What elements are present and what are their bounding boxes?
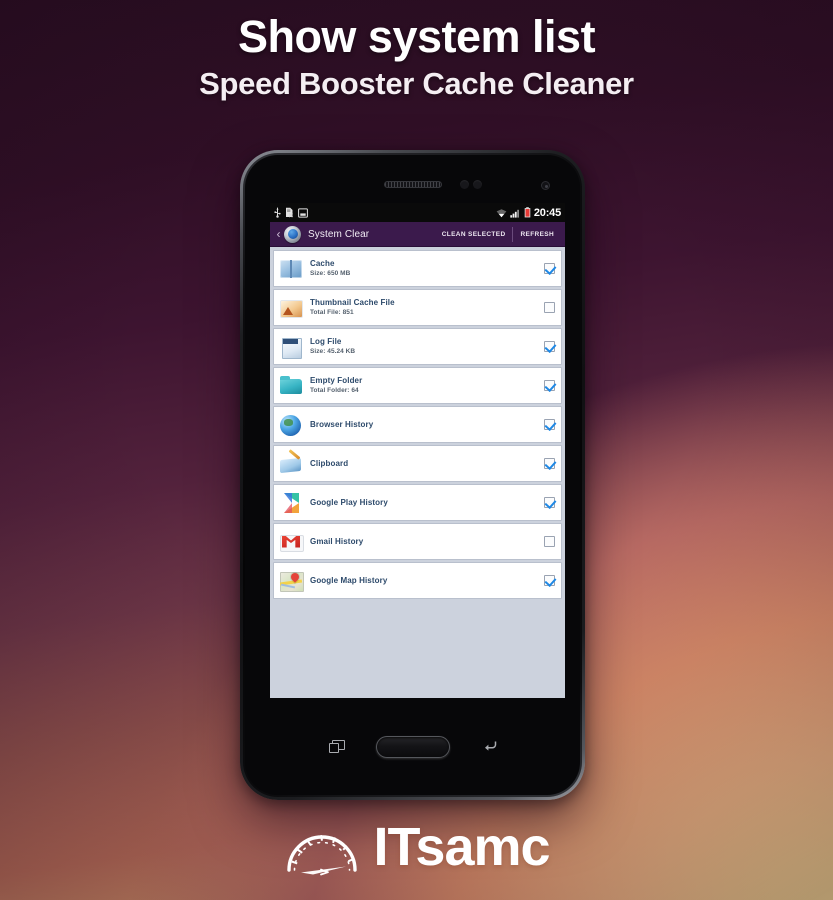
log-file-icon bbox=[279, 335, 303, 359]
list-item-text: Log File Size: 45.24 KB bbox=[310, 337, 539, 357]
system-clear-list[interactable]: Cache Size: 650 MB Thumbnail Cache File … bbox=[270, 247, 565, 698]
front-camera-icon bbox=[541, 181, 550, 190]
system-clear-app-icon bbox=[284, 225, 301, 243]
page-title: Show system list bbox=[237, 11, 596, 62]
list-item-title: Gmail History bbox=[310, 536, 364, 546]
list-item[interactable]: Cache Size: 650 MB bbox=[273, 250, 562, 287]
list-item-text: Browser History bbox=[310, 420, 539, 430]
list-item[interactable]: Gmail History bbox=[273, 523, 562, 560]
list-item[interactable]: Google Map History bbox=[273, 562, 562, 599]
wifi-icon bbox=[496, 208, 507, 217]
phone-frame: 20:45 ‹ System Clear CLEAN SELECTED REFR… bbox=[245, 155, 580, 795]
brand-name: ITsamc bbox=[373, 817, 550, 877]
list-item-text: Clipboard bbox=[310, 459, 539, 469]
phone-screen: 20:45 ‹ System Clear CLEAN SELECTED REFR… bbox=[270, 203, 565, 698]
google-maps-icon bbox=[279, 569, 304, 593]
phone-bezel: 20:45 ‹ System Clear CLEAN SELECTED REFR… bbox=[243, 153, 582, 797]
list-item[interactable]: Thumbnail Cache File Total File: 851 bbox=[273, 289, 562, 326]
clipboard-icon bbox=[279, 452, 303, 476]
list-item[interactable]: Log File Size: 45.24 KB bbox=[273, 328, 562, 365]
list-item[interactable]: Browser History bbox=[273, 406, 562, 443]
speedometer-gauge-icon bbox=[283, 816, 365, 878]
proximity-sensor-icon bbox=[460, 180, 469, 189]
list-item-checkbox[interactable] bbox=[544, 341, 555, 352]
list-item[interactable]: Empty Folder Total Folder: 64 bbox=[273, 367, 562, 404]
list-item-title: Thumbnail Cache File bbox=[310, 297, 395, 307]
list-item-text: Empty Folder Total Folder: 64 bbox=[310, 376, 539, 396]
screenshot-icon bbox=[298, 207, 308, 218]
list-item-title: Clipboard bbox=[310, 458, 349, 468]
list-item-title: Log File bbox=[310, 336, 342, 346]
status-bar: 20:45 bbox=[270, 203, 565, 222]
list-item-checkbox[interactable] bbox=[544, 380, 555, 391]
globe-icon bbox=[279, 413, 303, 437]
brand-logo: ITsamc bbox=[0, 816, 833, 878]
status-right-icons: 20:45 bbox=[496, 207, 561, 219]
usb-icon bbox=[274, 207, 281, 218]
up-navigation-icon[interactable]: ‹ bbox=[274, 228, 283, 240]
list-item-checkbox[interactable] bbox=[544, 419, 555, 430]
action-bar-buttons: CLEAN SELECTED REFRESH bbox=[435, 226, 561, 242]
list-item-title: Cache bbox=[310, 258, 335, 268]
recent-apps-button[interactable] bbox=[329, 740, 345, 753]
folder-icon bbox=[279, 374, 303, 398]
back-button[interactable] bbox=[482, 739, 498, 752]
list-item-checkbox[interactable] bbox=[544, 302, 555, 313]
signal-icon bbox=[510, 209, 519, 218]
light-sensor-icon bbox=[473, 180, 482, 189]
list-item-subtitle: Size: 45.24 KB bbox=[310, 348, 356, 356]
list-item-title: Browser History bbox=[310, 419, 374, 429]
list-item-text: Gmail History bbox=[310, 537, 539, 547]
list-item-subtitle: Size: 650 MB bbox=[310, 270, 351, 278]
google-play-icon bbox=[279, 491, 303, 515]
phone-device: 20:45 ‹ System Clear CLEAN SELECTED REFR… bbox=[240, 150, 585, 800]
list-item-subtitle: Total File: 851 bbox=[310, 309, 354, 317]
battery-icon bbox=[524, 207, 531, 218]
home-button[interactable] bbox=[375, 736, 450, 758]
clean-selected-button[interactable]: CLEAN SELECTED bbox=[435, 231, 513, 238]
list-item-text: Google Map History bbox=[310, 576, 539, 586]
list-item-text: Cache Size: 650 MB bbox=[310, 259, 539, 279]
thumbnail-icon bbox=[279, 296, 303, 320]
list-item[interactable]: Google Play History bbox=[273, 484, 562, 521]
list-item-title: Empty Folder bbox=[310, 375, 363, 385]
action-bar: ‹ System Clear CLEAN SELECTED REFRESH bbox=[270, 222, 565, 247]
refresh-button[interactable]: REFRESH bbox=[513, 231, 561, 238]
header: Show system list Speed Booster Cache Cle… bbox=[0, 11, 833, 102]
list-item-subtitle: Total Folder: 64 bbox=[310, 387, 359, 395]
list-item-checkbox[interactable] bbox=[544, 536, 555, 547]
page-subtitle: Speed Booster Cache Cleaner bbox=[199, 66, 634, 102]
list-item-title: Google Map History bbox=[310, 575, 388, 585]
sd-card-icon bbox=[286, 207, 293, 218]
list-item-text: Google Play History bbox=[310, 498, 539, 508]
list-item-checkbox[interactable] bbox=[544, 497, 555, 508]
action-bar-title: System Clear bbox=[308, 228, 370, 240]
earpiece-speaker-icon bbox=[383, 181, 442, 188]
list-item[interactable]: Clipboard bbox=[273, 445, 562, 482]
status-time: 20:45 bbox=[533, 206, 561, 219]
list-item-checkbox[interactable] bbox=[544, 263, 555, 274]
list-item-checkbox[interactable] bbox=[544, 458, 555, 469]
gmail-icon bbox=[279, 530, 304, 554]
list-item-checkbox[interactable] bbox=[544, 575, 555, 586]
list-item-text: Thumbnail Cache File Total File: 851 bbox=[310, 298, 539, 318]
status-left-icons bbox=[274, 207, 308, 218]
cache-icon bbox=[279, 257, 303, 281]
list-item-title: Google Play History bbox=[310, 497, 388, 507]
